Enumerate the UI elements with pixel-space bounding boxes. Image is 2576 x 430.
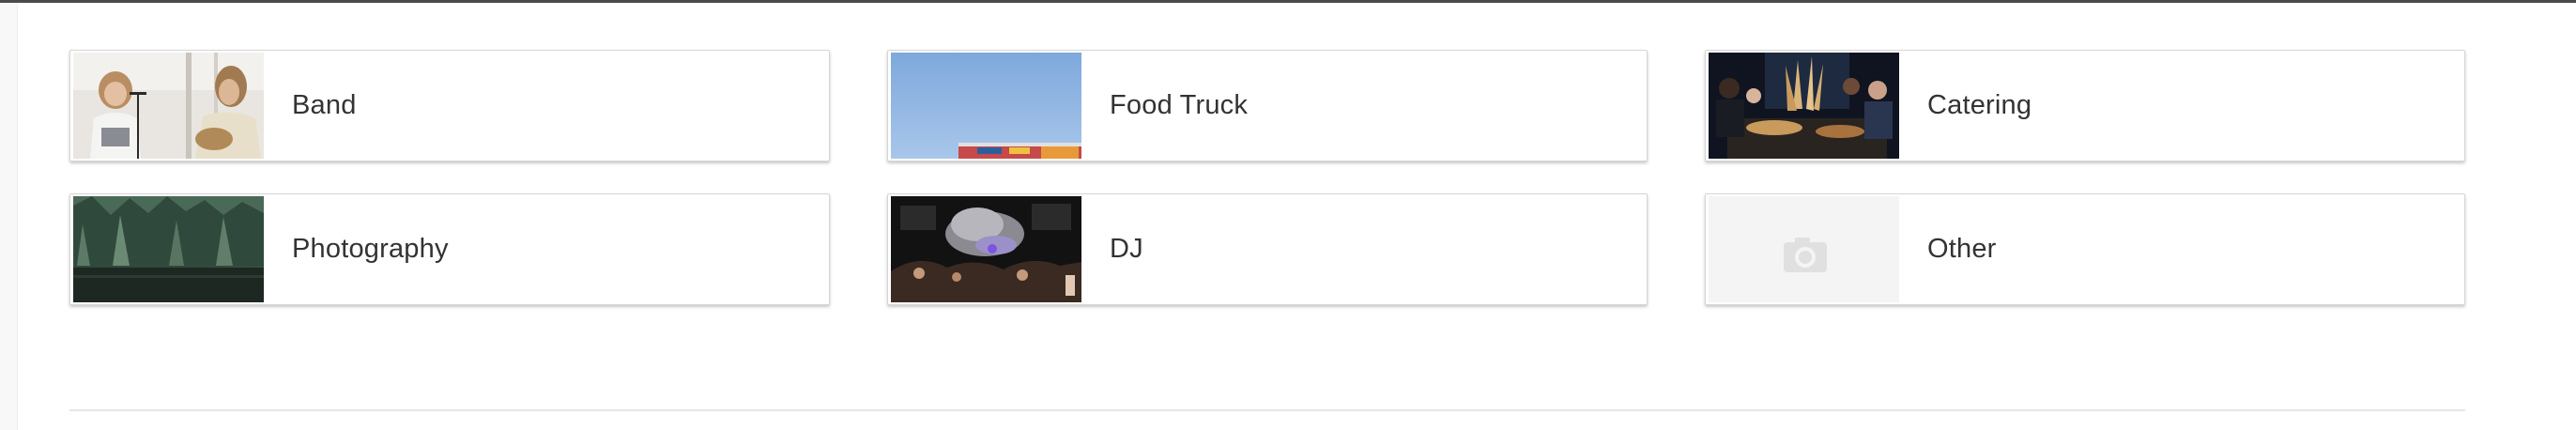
dj-photo	[891, 196, 1081, 302]
category-label: Catering	[1927, 90, 2032, 120]
camera-icon	[1709, 196, 1899, 302]
food-truck-photo	[891, 53, 1081, 159]
category-card-band[interactable]: Band	[69, 50, 830, 161]
category-card-photography[interactable]: Photography	[69, 193, 830, 305]
photography-photo	[73, 196, 264, 302]
top-divider	[0, 0, 2576, 3]
left-gutter	[0, 3, 18, 430]
category-card-food-truck[interactable]: Food Truck	[887, 50, 1648, 161]
camera-placeholder	[1709, 196, 1899, 302]
band-photo	[73, 53, 264, 159]
category-card-catering[interactable]: Catering	[1705, 50, 2465, 161]
catering-photo	[1709, 53, 1899, 159]
category-label: Food Truck	[1110, 90, 1249, 120]
category-label: DJ	[1110, 234, 1143, 264]
category-card-dj[interactable]: DJ	[887, 193, 1648, 305]
category-grid: Band Food Truck Catering Photography DJ …	[69, 50, 2465, 305]
category-label: Other	[1927, 234, 1997, 264]
bottom-divider	[69, 409, 2465, 411]
category-card-other[interactable]: Other	[1705, 193, 2465, 305]
category-label: Photography	[292, 234, 449, 264]
category-label: Band	[292, 90, 357, 120]
